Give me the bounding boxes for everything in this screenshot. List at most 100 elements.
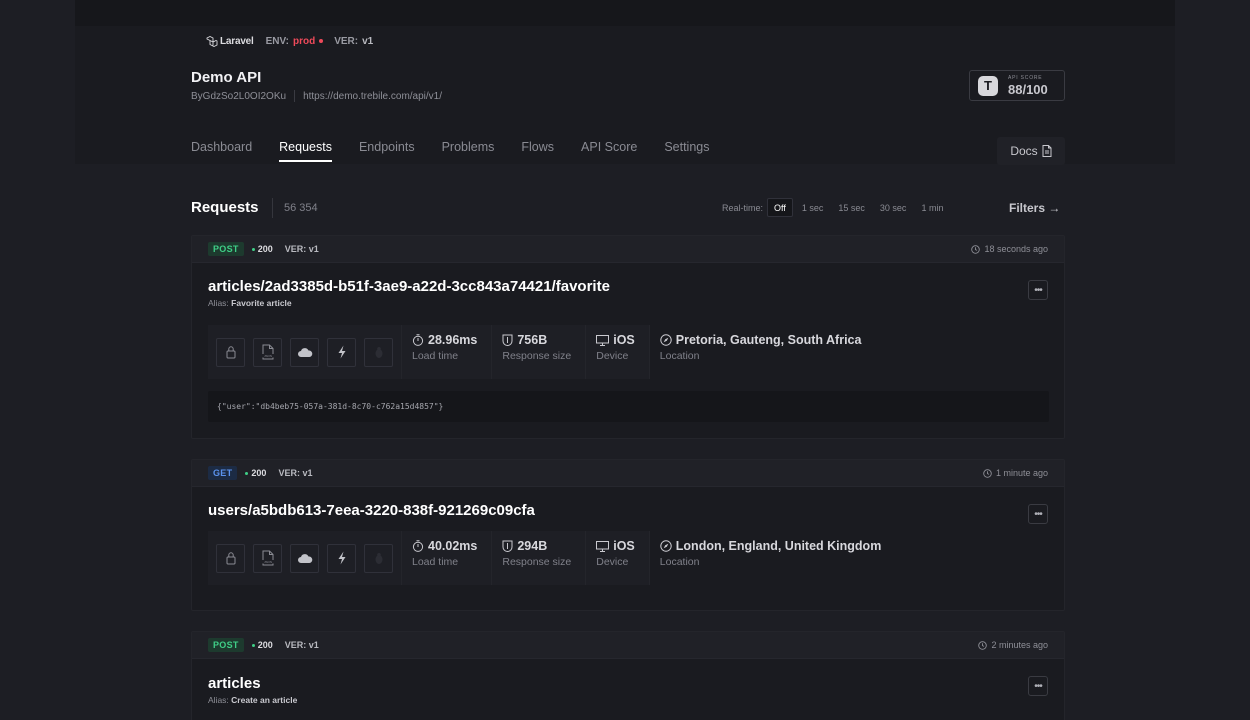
request-path[interactable]: articles/2ad3385d-b51f-3ae9-a22d-3cc843a… xyxy=(208,278,610,295)
alias-value: Create an article xyxy=(231,695,298,705)
lock-icon xyxy=(216,543,245,573)
page-title: Demo API xyxy=(191,69,262,86)
device-stat: iOS Device xyxy=(586,325,650,379)
status-code: 200 xyxy=(251,244,273,254)
realtime-15sec[interactable]: 15 sec xyxy=(832,198,871,217)
tab-problems[interactable]: Problems xyxy=(442,140,495,162)
more-options-button[interactable]: ••• xyxy=(1028,676,1048,696)
request-card-header: POST 200 VER: v1 2 minutes ago xyxy=(192,632,1064,659)
timestamp-text: 1 minute ago xyxy=(995,468,1048,478)
response-size-stat: 756B Response size xyxy=(492,325,587,379)
load-time-stat: 40.02ms Load time xyxy=(402,531,493,585)
docs-button[interactable]: Docs xyxy=(997,137,1065,165)
realtime-off[interactable]: Off xyxy=(767,198,793,217)
tab-settings[interactable]: Settings xyxy=(664,140,709,162)
ver-value: v1 xyxy=(362,35,374,47)
realtime-label: Real-time: xyxy=(722,202,764,213)
request-card-header: GET 200 VER: v1 1 minute ago xyxy=(192,460,1064,487)
clock-icon xyxy=(978,640,988,650)
response-size-stat: 294B Response size xyxy=(492,531,587,585)
env-label: ENV: xyxy=(265,35,289,47)
more-options-button[interactable]: ••• xyxy=(1028,504,1048,524)
status-dot xyxy=(251,247,255,251)
cloud-icon xyxy=(290,337,319,367)
tab-endpoints[interactable]: Endpoints xyxy=(359,140,415,162)
status-code: 200 xyxy=(245,468,266,478)
device-value: iOS xyxy=(613,539,635,553)
location-label: Location xyxy=(659,556,700,568)
request-card-header: POST 200 VER: v1 18 seconds ago xyxy=(192,236,1064,263)
more-options-button[interactable]: ••• xyxy=(1028,280,1048,300)
divider xyxy=(272,198,273,218)
request-payload[interactable]: {"user":"db4beb75-057a-381d-8c70-c762a15… xyxy=(208,391,1049,422)
device-label: Device xyxy=(596,350,629,362)
request-stats: JSON 28.96ms Load time 756B Response siz… xyxy=(208,325,875,379)
realtime-30sec[interactable]: 30 sec xyxy=(874,198,913,217)
request-path[interactable]: articles xyxy=(208,675,261,692)
tab-api-score[interactable]: API Score xyxy=(581,140,637,162)
clock-icon xyxy=(983,468,992,478)
trebile-logo-icon: T xyxy=(978,75,998,96)
location-value: London, England, United Kingdom xyxy=(675,539,882,553)
nav-tabs: Dashboard Requests Endpoints Problems Fl… xyxy=(191,140,736,162)
status-dot xyxy=(245,471,249,475)
logo-text: Laravel xyxy=(220,35,254,47)
request-alias: Alias: Create an article xyxy=(208,695,297,705)
request-card[interactable]: GET 200 VER: v1 1 minute ago users/a5bdb… xyxy=(191,459,1065,611)
alias-label: Alias: xyxy=(208,298,229,308)
request-card[interactable]: POST 200 VER: v1 18 seconds ago articles… xyxy=(191,235,1065,439)
location-label: Location xyxy=(659,350,700,362)
response-size-label: Response size xyxy=(502,556,572,568)
api-id: ByGdzSo2L0OI2OKu xyxy=(191,90,287,102)
load-time-label: Load time xyxy=(412,350,459,362)
timestamp: 1 minute ago xyxy=(983,468,1048,478)
filters-button[interactable]: Filters → xyxy=(1009,201,1060,215)
tab-dashboard[interactable]: Dashboard xyxy=(191,140,252,162)
timestamp-text: 2 minutes ago xyxy=(991,640,1048,650)
feature-icons: JSON xyxy=(208,325,402,379)
status-dot xyxy=(251,643,255,647)
load-time-value: 40.02ms xyxy=(428,539,478,553)
realtime-1min[interactable]: 1 min xyxy=(915,198,949,217)
svg-text:JSON: JSON xyxy=(263,354,271,358)
stopwatch-icon xyxy=(412,540,424,552)
clock-icon xyxy=(971,244,981,254)
requests-count: 56 354 xyxy=(284,202,318,214)
version-label: VER: v1 xyxy=(284,640,319,650)
status-value: 200 xyxy=(257,640,273,650)
lock-icon xyxy=(216,337,245,367)
response-size-value: 294B xyxy=(517,539,548,553)
top-bar xyxy=(75,0,1175,26)
cloud-icon xyxy=(290,543,319,573)
location-stat: Pretoria, Gauteng, South Africa Location xyxy=(650,325,876,379)
timestamp: 18 seconds ago xyxy=(971,244,1048,254)
timestamp-text: 18 seconds ago xyxy=(984,244,1048,254)
bug-icon xyxy=(364,337,393,367)
status-value: 200 xyxy=(257,244,273,254)
device-value: iOS xyxy=(613,333,635,347)
laravel-icon xyxy=(206,35,218,47)
realtime-selector: Real-time: Off 1 sec 15 sec 30 sec 1 min xyxy=(722,198,952,217)
version-label: VER: v1 xyxy=(284,244,319,254)
tab-flows[interactable]: Flows xyxy=(521,140,554,162)
response-size-label: Response size xyxy=(502,350,572,362)
tab-requests[interactable]: Requests xyxy=(279,140,332,162)
divider xyxy=(294,90,296,102)
method-badge: POST xyxy=(208,638,244,652)
device-stat: iOS Device xyxy=(586,531,650,585)
api-url[interactable]: https://demo.trebile.com/api/v1/ xyxy=(303,91,442,102)
status-value: 200 xyxy=(251,468,267,478)
realtime-1sec[interactable]: 1 sec xyxy=(796,198,830,217)
api-score-badge[interactable]: T API SCORE 88/100 xyxy=(969,70,1065,101)
env-value: prod xyxy=(292,35,316,47)
request-card[interactable]: POST 200 VER: v1 2 minutes ago articles … xyxy=(191,631,1065,720)
location-value: Pretoria, Gauteng, South Africa xyxy=(675,333,862,347)
version-label: VER: v1 xyxy=(278,468,313,478)
ver-label: VER: xyxy=(334,35,359,47)
request-path[interactable]: users/a5bdb613-7eea-3220-838f-921269c09c… xyxy=(208,502,535,519)
api-score-value: 88/100 xyxy=(1008,81,1048,97)
compass-icon xyxy=(660,540,672,552)
api-score-caption: API SCORE xyxy=(1008,74,1043,81)
lightning-icon xyxy=(327,337,356,367)
device-label: Device xyxy=(596,556,629,568)
